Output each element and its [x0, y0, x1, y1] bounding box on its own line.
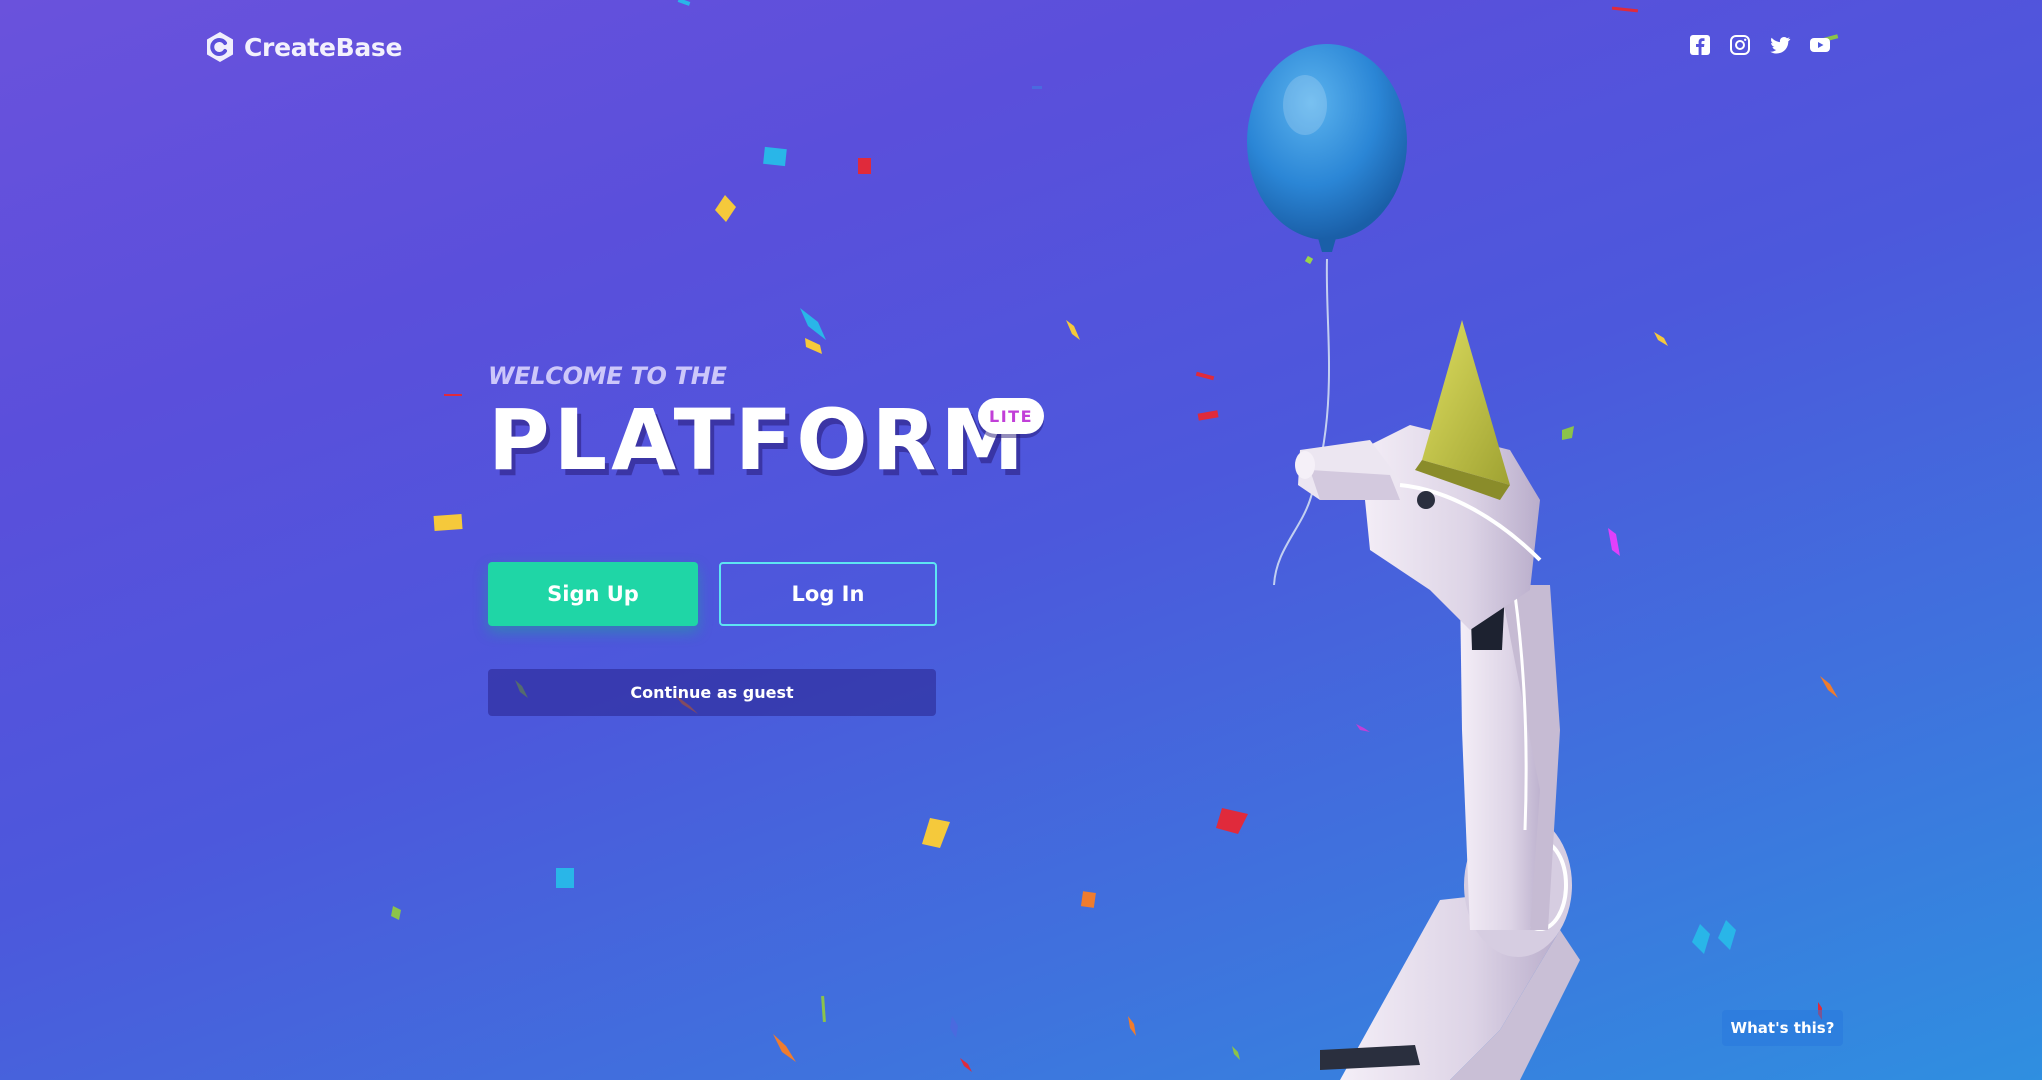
- robot-arm-illustration: [1247, 44, 1580, 1080]
- createbase-logo-icon: [207, 32, 233, 62]
- confetti-decoration: [391, 0, 1839, 1072]
- robot-arm-graphic: [1295, 255, 1580, 1080]
- instagram-icon: [1730, 35, 1750, 55]
- twitter-link[interactable]: [1768, 33, 1792, 57]
- instagram-link[interactable]: [1728, 33, 1752, 57]
- brand-name: CreateBase: [244, 32, 403, 62]
- brand-logo[interactable]: CreateBase: [204, 31, 402, 63]
- youtube-icon: [1810, 38, 1830, 52]
- log-in-button[interactable]: Log In: [719, 562, 937, 626]
- lite-badge: LITE: [978, 398, 1044, 434]
- page-title: PLATFORM: [488, 391, 1028, 489]
- continue-as-guest-button[interactable]: Continue as guest: [488, 669, 936, 716]
- youtube-link[interactable]: [1808, 33, 1832, 57]
- whats-this-button[interactable]: What's this?: [1722, 1010, 1843, 1046]
- welcome-text: WELCOME TO THE: [488, 362, 727, 390]
- twitter-icon: [1770, 36, 1791, 54]
- sign-up-button[interactable]: Sign Up: [488, 562, 698, 626]
